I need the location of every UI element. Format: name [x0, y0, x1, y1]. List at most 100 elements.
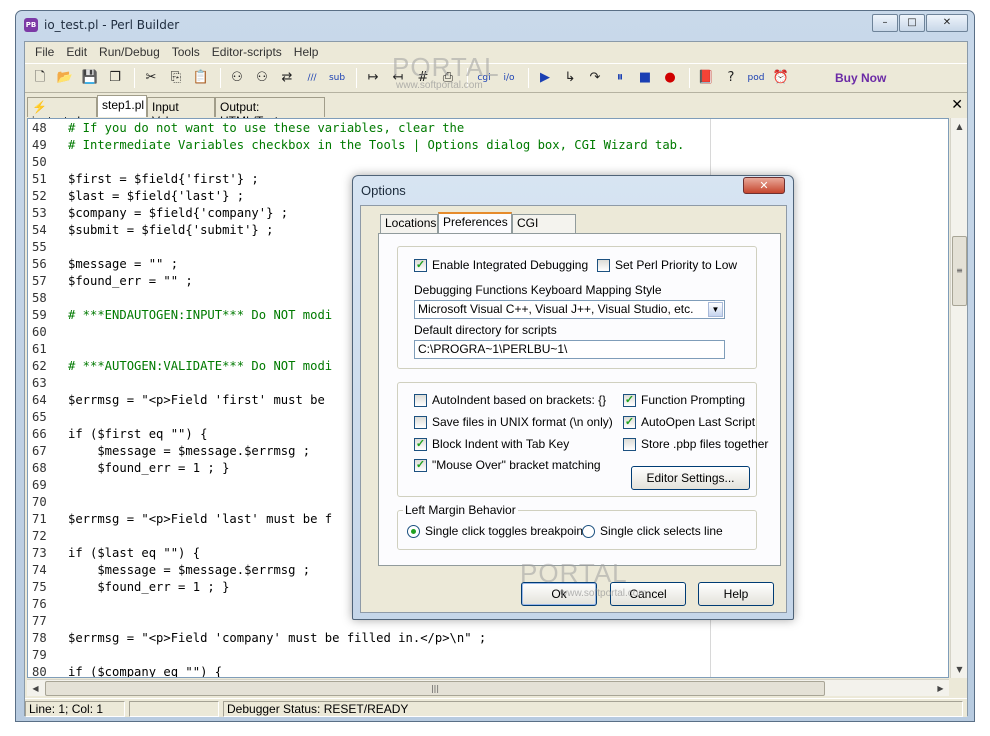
breakpoint-icon[interactable]: ● — [659, 67, 681, 89]
code-line[interactable]: 78 $errmsg = "<p>Field 'company' must be … — [28, 630, 486, 647]
line-number[interactable]: 49 — [28, 137, 68, 154]
line-number[interactable]: 80 — [28, 664, 68, 677]
line-number[interactable]: 68 — [28, 460, 68, 477]
scroll-down-icon[interactable]: ▼ — [951, 661, 968, 678]
mapping-select[interactable]: Microsoft Visual C++, Visual J++, Visual… — [414, 300, 725, 319]
step-over-icon[interactable]: ↷ — [584, 67, 606, 89]
tab-preferences[interactable]: Preferences — [438, 212, 512, 234]
code-line[interactable]: 60 — [28, 324, 68, 341]
checkbox-box[interactable] — [597, 258, 610, 272]
code-line[interactable]: 77 — [28, 613, 68, 630]
code-line[interactable]: 48 # If you do not want to use these vari… — [28, 120, 464, 137]
line-number[interactable]: 65 — [28, 409, 68, 426]
line-number[interactable]: 73 — [28, 545, 68, 562]
line-number[interactable]: 79 — [28, 647, 68, 664]
close-window-button[interactable]: ✕ — [926, 14, 968, 32]
code-line[interactable]: 56 $message = "" ; — [28, 256, 178, 273]
code-line[interactable]: 63 — [28, 375, 68, 392]
menu-edit[interactable]: Edit — [60, 45, 93, 59]
line-number[interactable]: 70 — [28, 494, 68, 511]
code-line[interactable]: 66 if ($first eq "") { — [28, 426, 207, 443]
tab-step1[interactable]: step1.pl — [97, 95, 147, 117]
line-number[interactable]: 54 — [28, 222, 68, 239]
code-line[interactable]: 71 $errmsg = "<p>Field 'last' must be f — [28, 511, 332, 528]
line-number[interactable]: 56 — [28, 256, 68, 273]
line-number[interactable]: 66 — [28, 426, 68, 443]
copy-icon[interactable]: ⎘ — [165, 67, 187, 89]
code-line[interactable]: 76 — [28, 596, 68, 613]
code-line[interactable]: 51 $first = $field{'first'} ; — [28, 171, 259, 188]
vertical-scrollbar[interactable]: ▲ ≡ ▼ — [950, 118, 967, 678]
pod-icon[interactable]: pod — [745, 67, 767, 89]
tab-output-html[interactable]: Output: HTML/Text — [215, 97, 325, 128]
menu-run-debug[interactable]: Run/Debug — [93, 45, 166, 59]
ok-button[interactable]: Ok — [521, 582, 597, 606]
find-next-icon[interactable]: ⚇ — [251, 67, 273, 89]
scripts-directory-input[interactable]: C:\PROGRA~1\PERLBU~1\ — [414, 340, 725, 359]
code-line[interactable]: 74 $message = $message.$errmsg ; — [28, 562, 310, 579]
code-line[interactable]: 61 — [28, 341, 68, 358]
step-icon[interactable]: ↳ — [559, 67, 581, 89]
editor-settings-button[interactable]: Editor Settings... — [631, 466, 750, 490]
option-checkbox[interactable]: ✓ Block Indent with Tab Key — [414, 437, 569, 451]
line-number[interactable]: 75 — [28, 579, 68, 596]
paste-icon[interactable]: 📋 — [190, 67, 212, 89]
horizontal-scrollbar[interactable]: ◀ ||| ▶ — [27, 679, 949, 696]
radio-button[interactable] — [407, 524, 420, 538]
code-line[interactable]: 50 — [28, 154, 68, 171]
buy-now-link[interactable]: Buy Now — [835, 71, 886, 85]
cut-icon[interactable]: ✂ — [140, 67, 162, 89]
code-line[interactable]: 79 — [28, 647, 68, 664]
line-number[interactable]: 76 — [28, 596, 68, 613]
menu-file[interactable]: File — [29, 45, 60, 59]
code-line[interactable]: 54 $submit = $field{'submit'} ; — [28, 222, 273, 239]
line-number[interactable]: 74 — [28, 562, 68, 579]
save-icon[interactable]: 💾 — [79, 67, 101, 89]
code-line[interactable]: 65 — [28, 409, 68, 426]
code-line[interactable]: 55 — [28, 239, 68, 256]
input-output-icon[interactable]: i/o — [498, 67, 520, 89]
dialog-close-button[interactable]: ✕ — [743, 177, 785, 194]
stop-icon[interactable]: ■ — [634, 67, 656, 89]
checkbox-box[interactable]: ✓ — [623, 415, 636, 429]
tab-io-test[interactable]: ⚡ io_test.pl — [27, 97, 97, 128]
code-line[interactable]: 68 $found_err = 1 ; } — [28, 460, 229, 477]
sub-icon[interactable]: sub — [326, 67, 348, 89]
line-number[interactable]: 62 — [28, 358, 68, 375]
outdent-icon[interactable]: ↤ — [387, 67, 409, 89]
help-button[interactable]: Help — [698, 582, 774, 606]
tab-cgi-wizard[interactable]: CGI Wizard — [512, 214, 576, 247]
menu-editor-scripts[interactable]: Editor-scripts — [206, 45, 288, 59]
checkbox-box[interactable]: ✓ — [414, 437, 427, 451]
maximize-button[interactable]: □ — [899, 14, 925, 32]
line-number[interactable]: 63 — [28, 375, 68, 392]
save-all-icon[interactable]: ❐ — [104, 67, 126, 89]
line-number[interactable]: 59 — [28, 307, 68, 324]
line-number[interactable]: 78 — [28, 630, 68, 647]
close-tab-icon[interactable]: ✕ — [951, 97, 963, 113]
scroll-left-icon[interactable]: ◀ — [27, 680, 44, 697]
line-number[interactable]: 52 — [28, 188, 68, 205]
enable-debugging-checkbox[interactable]: ✓ Enable Integrated Debugging — [414, 258, 588, 272]
code-line[interactable]: 58 — [28, 290, 68, 307]
line-number[interactable]: 51 — [28, 171, 68, 188]
clock-icon[interactable]: ⏰ — [770, 67, 792, 89]
margin-selects-line-radio[interactable]: Single click selects line — [582, 524, 723, 538]
line-number[interactable]: 55 — [28, 239, 68, 256]
code-line[interactable]: 80 if ($company eq "") { — [28, 664, 222, 677]
line-number[interactable]: 50 — [28, 154, 68, 171]
find-icon[interactable]: ⚇ — [226, 67, 248, 89]
line-number[interactable]: 77 — [28, 613, 68, 630]
code-line[interactable]: 57 $found_err = "" ; — [28, 273, 193, 290]
checkbox-box[interactable]: ✓ — [414, 258, 427, 272]
cgi-icon[interactable]: cgi — [473, 67, 495, 89]
perl-priority-checkbox[interactable]: Set Perl Priority to Low — [597, 258, 737, 272]
line-number[interactable]: 67 — [28, 443, 68, 460]
pause-icon[interactable]: ⏸ — [609, 67, 631, 89]
checkbox-box[interactable] — [623, 437, 636, 451]
line-number-icon[interactable]: # — [412, 67, 434, 89]
code-line[interactable]: 49 # Intermediate Variables checkbox in t… — [28, 137, 684, 154]
line-number[interactable]: 61 — [28, 341, 68, 358]
horizontal-scroll-thumb[interactable]: ||| — [45, 681, 825, 696]
radio-button[interactable] — [582, 524, 595, 538]
